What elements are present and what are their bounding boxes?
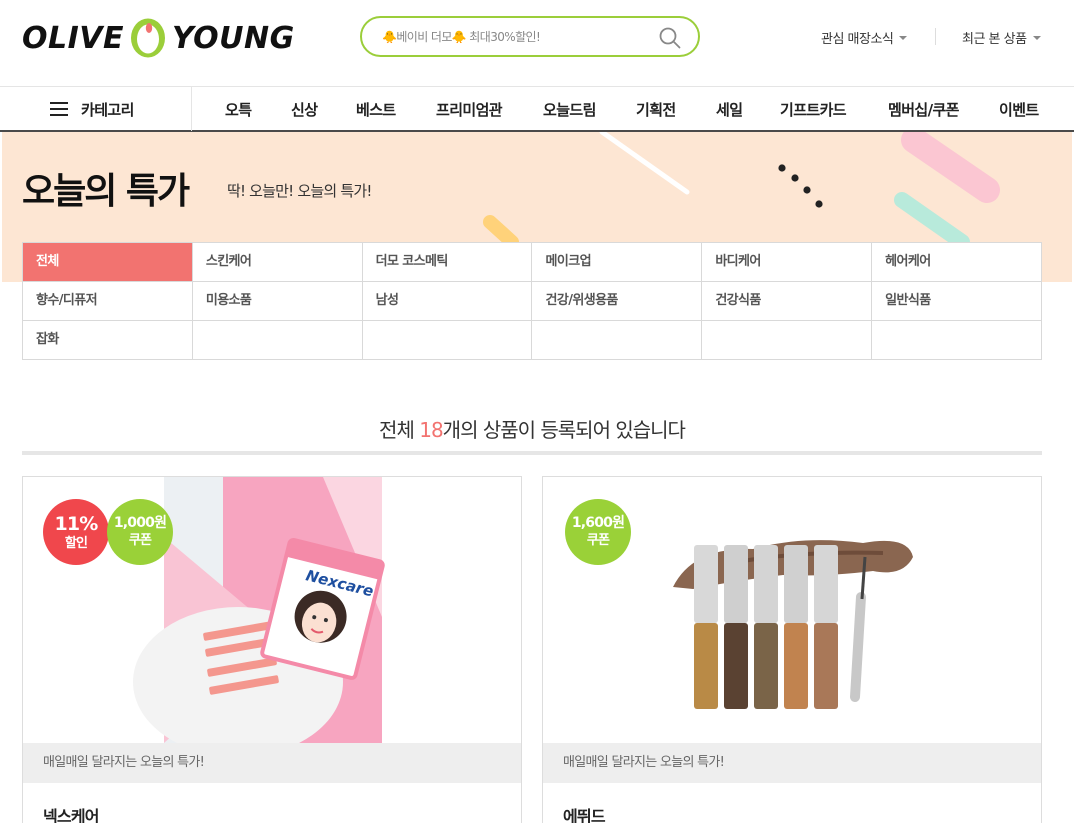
coupon-amount: 1,600원 [571, 515, 625, 531]
nav-item-new[interactable]: 신상 [291, 99, 318, 120]
product-brand[interactable]: 에뛰드 [563, 803, 606, 823]
product-image[interactable]: 1,600원 쿠폰 [543, 477, 1041, 743]
product-brand[interactable]: 넥스케어 [43, 803, 99, 823]
coupon-badge: 1,000원 쿠폰 [107, 499, 173, 565]
brow-tube-3 [754, 545, 778, 709]
store-news-label: 관심 매장소식 [821, 32, 894, 47]
category-tab-skincare[interactable]: 스킨케어 [192, 243, 363, 282]
category-tab-all[interactable]: 전체 [23, 243, 193, 282]
brow-tube-4 [784, 545, 808, 709]
category-tab-makeup[interactable]: 메이크업 [532, 243, 703, 282]
category-row: 전체 스킨케어 더모 코스메틱 메이크업 바디케어 헤어케어 [23, 243, 1042, 282]
category-row: 잡화 [23, 321, 1042, 360]
brow-tube-5 [814, 545, 838, 709]
discount-label: 할인 [64, 535, 88, 551]
page-title: 오늘의 특가 [22, 171, 190, 212]
nav-item-exhibition[interactable]: 기획전 [636, 99, 676, 120]
product-count: 18 [419, 418, 443, 442]
category-menu-label: 카테고리 [81, 100, 134, 119]
nav-item-membership-coupon[interactable]: 멤버십/쿠폰 [888, 99, 959, 120]
olive-young-logo[interactable]: OLIVE YOUNG [22, 16, 295, 60]
category-tab-health-food[interactable]: 건강식품 [702, 282, 873, 321]
coupon-badge: 1,600원 쿠폰 [565, 499, 631, 565]
category-tab-beauty-tools[interactable]: 미용소품 [192, 282, 363, 321]
recent-products-dropdown[interactable]: 최근 본 상품 [962, 28, 1041, 47]
product-promo-strip: 매일매일 달라지는 오늘의 특가! [543, 743, 1041, 783]
coupon-amount: 1,000원 [113, 515, 167, 531]
category-tab-general-food[interactable]: 일반식품 [872, 282, 1042, 321]
header-divider [935, 28, 936, 45]
category-empty-cell [872, 321, 1042, 360]
section-divider [22, 451, 1042, 455]
brow-tube-1 [694, 545, 718, 709]
product-card[interactable]: 1,600원 쿠폰 매일매일 달라지는 오늘의 특가! 에뛰드 [542, 476, 1042, 823]
count-prefix: 전체 [379, 418, 420, 442]
category-empty-cell [702, 321, 873, 360]
count-suffix: 개의 상품이 등록되어 있습니다 [442, 418, 686, 442]
brow-tube-2 [724, 545, 748, 709]
search-input[interactable] [382, 26, 652, 48]
olive-logo-icon [129, 17, 167, 59]
product-count-summary: 전체 18개의 상품이 등록되어 있습니다 [22, 414, 1042, 443]
category-tab-derma[interactable]: 더모 코스메틱 [362, 243, 533, 282]
caret-down-icon [1032, 35, 1041, 40]
page-subtitle: 딱! 오늘만! 오늘의 특가! [227, 182, 372, 200]
product-image[interactable]: Nexcare 11% 할인 1,000원 쿠폰 [23, 477, 521, 743]
category-tab-misc[interactable]: 잡화 [23, 321, 193, 360]
nav-item-gift-card[interactable]: 기프트카드 [780, 99, 847, 120]
discount-rate: 11% [54, 512, 98, 535]
category-empty-cell [362, 321, 533, 360]
category-tab-perfume[interactable]: 향수/디퓨저 [23, 282, 193, 321]
category-empty-cell [192, 321, 363, 360]
category-tab-health-hygiene[interactable]: 건강/위생용품 [532, 282, 703, 321]
product-promo-strip: 매일매일 달라지는 오늘의 특가! [23, 743, 521, 783]
category-menu-button[interactable]: 카테고리 [2, 87, 192, 131]
hamburger-icon [50, 102, 68, 116]
nav-item-today-delivery[interactable]: 오늘드림 [543, 99, 596, 120]
category-filter-grid: 전체 스킨케어 더모 코스메틱 메이크업 바디케어 헤어케어 향수/디퓨저 미용… [22, 242, 1042, 360]
nav-item-sale[interactable]: 세일 [716, 99, 743, 120]
category-row: 향수/디퓨저 미용소품 남성 건강/위생용품 건강식품 일반식품 [23, 282, 1042, 321]
caret-down-icon [899, 35, 908, 40]
category-tab-haircare[interactable]: 헤어케어 [872, 243, 1042, 282]
logo-text-left: OLIVE [22, 20, 124, 56]
category-empty-cell [532, 321, 703, 360]
header: OLIVE YOUNG 관심 매장소식 최근 본 상품 [0, 0, 1074, 86]
store-news-dropdown[interactable]: 관심 매장소식 [821, 28, 908, 47]
search-icon[interactable] [658, 26, 682, 50]
nav-item-premium[interactable]: 프리미엄관 [436, 99, 503, 120]
category-tab-men[interactable]: 남성 [362, 282, 533, 321]
discount-badge: 11% 할인 [43, 499, 109, 565]
coupon-label: 쿠폰 [128, 533, 152, 548]
logo-text-right: YOUNG [172, 20, 295, 56]
nav-item-event[interactable]: 이벤트 [999, 99, 1039, 120]
nav-item-best[interactable]: 베스트 [356, 99, 396, 120]
coupon-label: 쿠폰 [586, 533, 610, 548]
product-card[interactable]: Nexcare 11% 할인 1,000원 쿠폰 매일매일 달라지는 오늘의 특… [22, 476, 522, 823]
main-navigation: 카테고리 오특 신상 베스트 프리미엄관 오늘드림 기획전 세일 기프트카드 멤… [0, 86, 1074, 132]
category-tab-bodycare[interactable]: 바디케어 [702, 243, 873, 282]
nav-item-today-special[interactable]: 오특 [225, 99, 252, 120]
recent-products-label: 최근 본 상품 [962, 32, 1027, 47]
search-bar [360, 16, 700, 57]
